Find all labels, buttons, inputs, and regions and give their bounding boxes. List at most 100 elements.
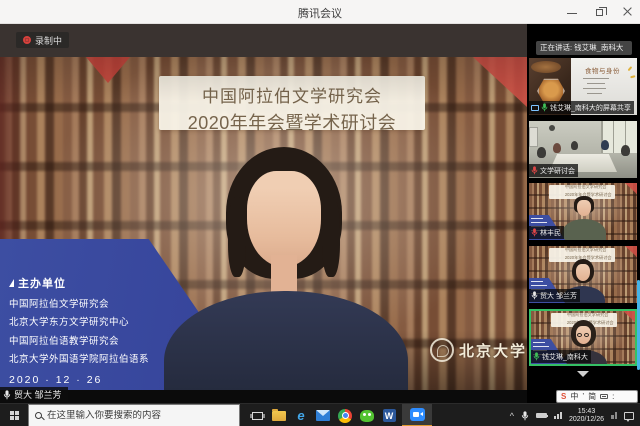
file-explorer-button[interactable]	[268, 404, 290, 426]
wechat-icon	[360, 410, 374, 422]
search-input[interactable]	[47, 410, 233, 421]
thumbnail-participant-zou[interactable]: 中国阿拉伯文学研究会 2020年年会暨学术研讨会 贸大 邹兰芳	[529, 246, 637, 303]
participant-name: 贸大 邹兰芳	[540, 291, 577, 301]
speaker-name-tag: 贸大 邹兰芳	[0, 387, 68, 402]
participant-name: 文学研讨会	[540, 166, 575, 176]
speaker-face	[247, 171, 321, 267]
speaker-person	[0, 57, 527, 390]
participant-name: 钱艾琳_南科大的屏幕共享	[550, 103, 631, 113]
speaker-hair-side	[322, 197, 340, 277]
mini-person-glasses	[577, 333, 589, 337]
tray-network-icon[interactable]	[554, 412, 562, 419]
thumbnail-label: 文学研讨会	[529, 164, 578, 177]
participant-name: 钱艾琳_南科大	[542, 352, 588, 362]
taskbar: e W ^ 15:43 2020/12/26	[0, 403, 640, 426]
thumbnail-label: 钱艾琳_南科大	[531, 350, 591, 363]
slide-bullet-lines	[571, 74, 637, 94]
tray-up-arrow-icon[interactable]: ^	[510, 411, 514, 421]
taskbar-clock[interactable]: 15:43 2020/12/26	[569, 408, 604, 424]
screen: 腾讯会议 录制中 中国阿拉伯文学研究会 2020年年会暨学术研讨会	[0, 0, 640, 426]
ime-apostrophe[interactable]: ’	[582, 393, 584, 401]
mini-banner-line1: 中国阿拉伯文学研究会	[565, 248, 599, 252]
ie-icon: e	[297, 409, 304, 422]
tray-chat-icon[interactable]	[624, 412, 634, 420]
tray-meeting-icon[interactable]	[611, 412, 617, 419]
wall-clock	[549, 125, 555, 131]
maximize-button[interactable]	[594, 6, 606, 18]
microphone-active-icon	[533, 352, 540, 361]
mini-decor-triangle-icon	[625, 183, 637, 194]
main-video-stage: 录制中 中国阿拉伯文学研究会 2020年年会暨学术研讨会 主办单位 中国阿拉伯文…	[0, 24, 527, 403]
task-view-icon	[252, 412, 263, 420]
recording-icon	[23, 36, 31, 44]
room-whiteboard	[529, 127, 538, 147]
ime-simplified[interactable]: 简	[588, 393, 596, 401]
participant-name: 林丰民	[540, 228, 561, 238]
stage-top-strip	[0, 24, 527, 57]
mini-banner-line1: 中国阿拉伯文学研究会	[567, 313, 601, 317]
speaker-video[interactable]: 中国阿拉伯文学研究会 2020年年会暨学术研讨会 主办单位 中国阿拉伯文学研究会…	[0, 57, 527, 390]
room-person	[537, 147, 546, 158]
wechat-button[interactable]	[356, 404, 378, 426]
sogou-logo-icon[interactable]: S	[561, 393, 566, 401]
window-title: 腾讯会议	[0, 5, 640, 21]
task-view-button[interactable]	[246, 404, 268, 426]
thumbnail-participant-qian-active[interactable]: 中国阿拉伯文学研究会 2020年年会暨学术研讨会 钱艾琳_南科大	[529, 309, 637, 366]
room-person	[571, 141, 578, 150]
clock-time: 15:43	[569, 408, 604, 416]
microphone-icon	[531, 291, 538, 300]
mini-decor-triangle-icon	[623, 311, 635, 322]
tray-battery-icon[interactable]	[536, 413, 547, 419]
windows-logo-icon	[10, 411, 19, 420]
thumbnail-label: 贸大 邹兰芳	[529, 289, 580, 302]
thumbnail-meeting-room[interactable]: 文学研讨会	[529, 121, 637, 178]
chrome-button[interactable]	[334, 404, 356, 426]
word-button[interactable]: W	[378, 404, 400, 426]
mini-person-body	[562, 219, 606, 240]
ie-browser-button[interactable]: e	[290, 404, 312, 426]
participants-sidebar: 正在讲话: 钱艾琳_南科大 食物与身份 钱艾琳_南科大的屏幕共享	[527, 24, 640, 403]
tray-mic-icon[interactable]	[521, 411, 529, 421]
speaker-name: 贸大 邹兰芳	[14, 388, 62, 401]
window-controls	[566, 0, 634, 24]
room-person	[553, 143, 561, 153]
mini-decor-triangle-icon	[625, 246, 637, 257]
screen-share-icon	[531, 105, 539, 111]
microphone-muted-icon	[531, 166, 538, 175]
more-participants-arrow-icon[interactable]	[577, 371, 589, 377]
clock-date: 2020/12/26	[569, 416, 604, 424]
search-icon	[35, 412, 42, 419]
thumbnail-screen-share[interactable]: 食物与身份 钱艾琳_南科大的屏幕共享	[529, 58, 637, 115]
room-person	[621, 145, 630, 156]
folder-icon	[272, 411, 286, 421]
tencent-meeting-icon	[410, 408, 425, 421]
microphone-muted-icon	[531, 228, 538, 237]
speaker-body	[164, 291, 408, 390]
ime-toolbar[interactable]: S 中 ’ 简 :	[556, 390, 638, 403]
tencent-meeting-taskbar-button[interactable]	[402, 404, 432, 426]
minimize-button[interactable]	[566, 6, 578, 18]
ime-keyboard-icon[interactable]	[600, 394, 608, 399]
mini-person-face	[576, 264, 590, 281]
slide-decor	[627, 66, 631, 71]
mail-icon	[316, 410, 330, 421]
thumbnail-label: 林丰民	[529, 226, 564, 239]
start-button[interactable]	[0, 404, 28, 426]
ime-mode-chinese[interactable]: 中	[570, 393, 578, 401]
room-person	[601, 140, 609, 150]
word-icon: W	[383, 409, 396, 422]
thumbnail-label: 钱艾琳_南科大的屏幕共享	[529, 101, 634, 114]
thumbnail-participant-lin[interactable]: 中国阿拉伯文学研究会 2020年年会暨学术研讨会 林丰民	[529, 183, 637, 240]
ime-more-icon[interactable]: :	[612, 393, 614, 401]
mini-person-face	[577, 200, 591, 216]
mini-banner-line1: 中国阿拉伯文学研究会	[565, 185, 599, 189]
microphone-icon	[3, 390, 11, 400]
taskbar-search[interactable]	[28, 404, 240, 426]
speaker-hair-side	[228, 197, 246, 277]
mail-button[interactable]	[312, 404, 334, 426]
recording-badge: 录制中	[16, 32, 69, 48]
window-titlebar: 腾讯会议	[0, 0, 640, 24]
chrome-icon	[338, 409, 352, 423]
close-button[interactable]	[622, 6, 634, 18]
recording-label: 录制中	[35, 34, 62, 47]
